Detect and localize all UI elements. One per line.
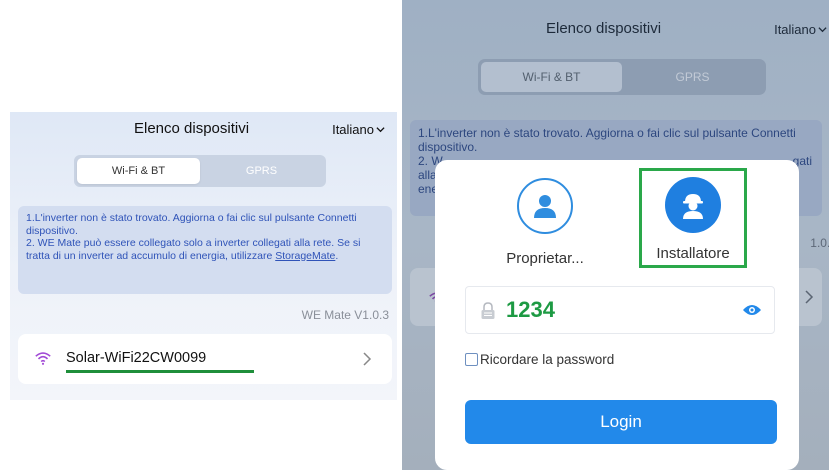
password-field[interactable]: 1234	[465, 286, 775, 334]
tab-wifi-bt[interactable]: Wi-Fi & BT	[481, 62, 622, 92]
left-header: Elenco dispositivi Italiano	[10, 112, 397, 148]
info-line-2: 2. WE Mate può essere collegato solo a i…	[26, 237, 384, 262]
remember-label: Ricordare la password	[480, 352, 615, 367]
highlight-underline	[66, 370, 254, 373]
info-line-1: 1.L'inverter non è stato trovato. Aggior…	[26, 212, 357, 237]
tab-gprs[interactable]: GPRS	[622, 62, 763, 92]
remember-checkbox[interactable]	[465, 353, 478, 366]
info-line-1: 1.L'inverter non è stato trovato. Aggior…	[418, 126, 796, 154]
storagemate-link[interactable]: StorageMate	[275, 250, 335, 262]
hard-hat-worker-icon	[683, 194, 703, 219]
chevron-down-icon	[818, 27, 827, 33]
eye-icon[interactable]	[742, 303, 762, 317]
remember-password-option[interactable]: Ricordare la password	[465, 352, 614, 367]
page-title: Elenco dispositivi	[134, 120, 250, 137]
password-value: 1234	[506, 297, 555, 322]
tab-gprs[interactable]: GPRS	[200, 158, 323, 184]
wifi-icon	[35, 352, 51, 365]
connection-tabs: Wi-Fi & BT GPRS	[74, 155, 326, 187]
left-screen: Elenco dispositivi Italiano Wi-Fi & BT G…	[10, 112, 397, 400]
language-selector[interactable]: Italiano	[774, 22, 827, 37]
role-owner[interactable]: Proprietar...	[495, 178, 595, 267]
chevron-right-icon	[805, 290, 814, 304]
role-owner-label: Proprietar...	[506, 250, 584, 267]
info-notice: 1.L'inverter non è stato trovato. Aggior…	[18, 206, 392, 294]
role-installer-label: Installatore	[656, 245, 730, 262]
device-name: Solar-WiFi22CW0099	[66, 350, 207, 366]
user-icon	[534, 195, 556, 218]
language-label: Italiano	[774, 22, 816, 37]
app-version: 1.0.3	[810, 236, 829, 250]
language-selector[interactable]: Italiano	[332, 122, 385, 137]
login-button[interactable]: Login	[465, 400, 777, 444]
owner-avatar	[517, 178, 573, 234]
page-title: Elenco dispositivi	[546, 20, 662, 37]
login-dialog: Proprietar... Installatore 1234 Ricordar…	[435, 160, 799, 470]
lock-icon	[481, 302, 495, 319]
info-line-2-end: .	[335, 249, 339, 262]
tab-wifi-bt[interactable]: Wi-Fi & BT	[77, 158, 200, 184]
device-list-item[interactable]: Solar-WiFi22CW0099	[18, 334, 392, 384]
connection-tabs: Wi-Fi & BT GPRS	[478, 59, 766, 95]
chevron-down-icon	[376, 127, 385, 133]
app-version: WE Mate V1.0.3	[301, 308, 389, 322]
language-label: Italiano	[332, 122, 374, 137]
role-installer[interactable]: Installatore	[639, 168, 747, 268]
chevron-right-icon	[363, 352, 372, 366]
installer-avatar	[665, 177, 721, 233]
